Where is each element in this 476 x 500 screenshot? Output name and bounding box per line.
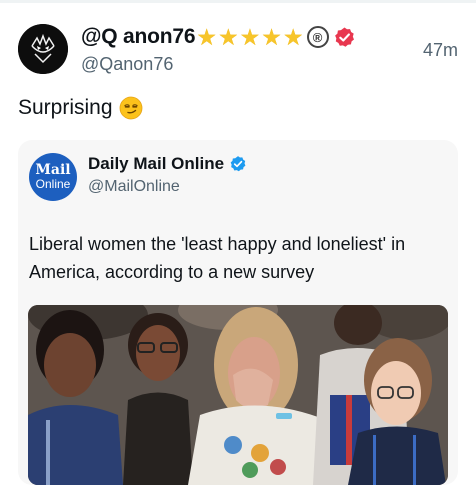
star-icon: ★ — [196, 23, 217, 50]
smirk-emoji-icon — [119, 96, 142, 120]
logo-line-1: Mail — [35, 162, 71, 178]
registered-icon: ® — [306, 26, 329, 48]
post[interactable]: @Q anon76 ★ ★ ★ ★ ★ ® @Qanon76 47m Surpr… — [0, 0, 476, 500]
display-name-row[interactable]: @Q anon76 ★ ★ ★ ★ ★ ® — [81, 22, 356, 52]
tweet-text-content: Surprising — [18, 96, 113, 119]
verified-badge-icon[interactable] — [229, 155, 247, 173]
user-handle[interactable]: @Qanon76 — [81, 54, 173, 75]
star-icon: ★ — [218, 23, 239, 50]
daily-mail-logo[interactable]: Mail Online — [29, 153, 77, 201]
display-name[interactable]: @Q anon76 — [81, 25, 196, 49]
star-icon: ★ — [282, 23, 304, 50]
quote-text: Liberal women the 'least happy and lonel… — [29, 234, 406, 282]
quote-name-row[interactable]: Daily Mail Online — [88, 154, 247, 174]
tweet-text: Surprising — [18, 96, 143, 120]
quote-display-name[interactable]: Daily Mail Online — [88, 154, 224, 174]
timestamp[interactable]: 47m — [423, 40, 458, 61]
logo-line-2: Online — [35, 177, 71, 191]
quote-photo[interactable] — [28, 305, 448, 485]
avatar[interactable] — [18, 24, 68, 74]
quote-card[interactable]: Mail Online Daily Mail Online @MailOnlin… — [18, 140, 458, 485]
quote-handle[interactable]: @MailOnline — [88, 178, 180, 196]
verified-badge-icon[interactable] — [333, 26, 356, 49]
crowd-photo-image — [28, 305, 448, 485]
bottom-edge — [0, 486, 476, 500]
batman-mask-icon — [18, 24, 68, 74]
star-icon: ★ — [261, 23, 282, 50]
star-icon: ★ — [239, 23, 261, 50]
